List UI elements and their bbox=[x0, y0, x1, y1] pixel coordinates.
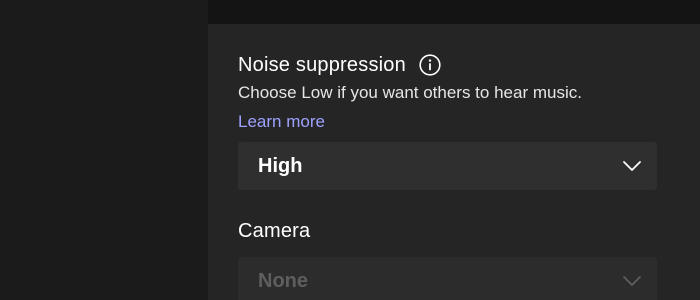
settings-window: Noise suppression Choose Low if you want… bbox=[0, 0, 700, 300]
noise-suppression-dropdown[interactable]: High bbox=[238, 142, 657, 190]
left-navigation-rail bbox=[0, 0, 209, 300]
noise-suppression-description: Choose Low if you want others to hear mu… bbox=[238, 83, 582, 102]
info-icon[interactable] bbox=[419, 54, 441, 76]
noise-suppression-title: Noise suppression bbox=[238, 54, 406, 76]
chevron-down-icon bbox=[621, 155, 643, 177]
camera-dropdown[interactable]: None bbox=[238, 257, 657, 300]
noise-suppression-selected-value: High bbox=[258, 154, 303, 177]
learn-more-link[interactable]: Learn more bbox=[238, 111, 325, 133]
camera-title: Camera bbox=[238, 220, 311, 242]
chevron-down-icon bbox=[621, 270, 643, 292]
top-bar bbox=[208, 0, 700, 24]
noise-suppression-header: Noise suppression bbox=[238, 52, 441, 78]
device-settings-panel: Noise suppression Choose Low if you want… bbox=[208, 24, 700, 300]
camera-selected-value: None bbox=[258, 269, 308, 292]
